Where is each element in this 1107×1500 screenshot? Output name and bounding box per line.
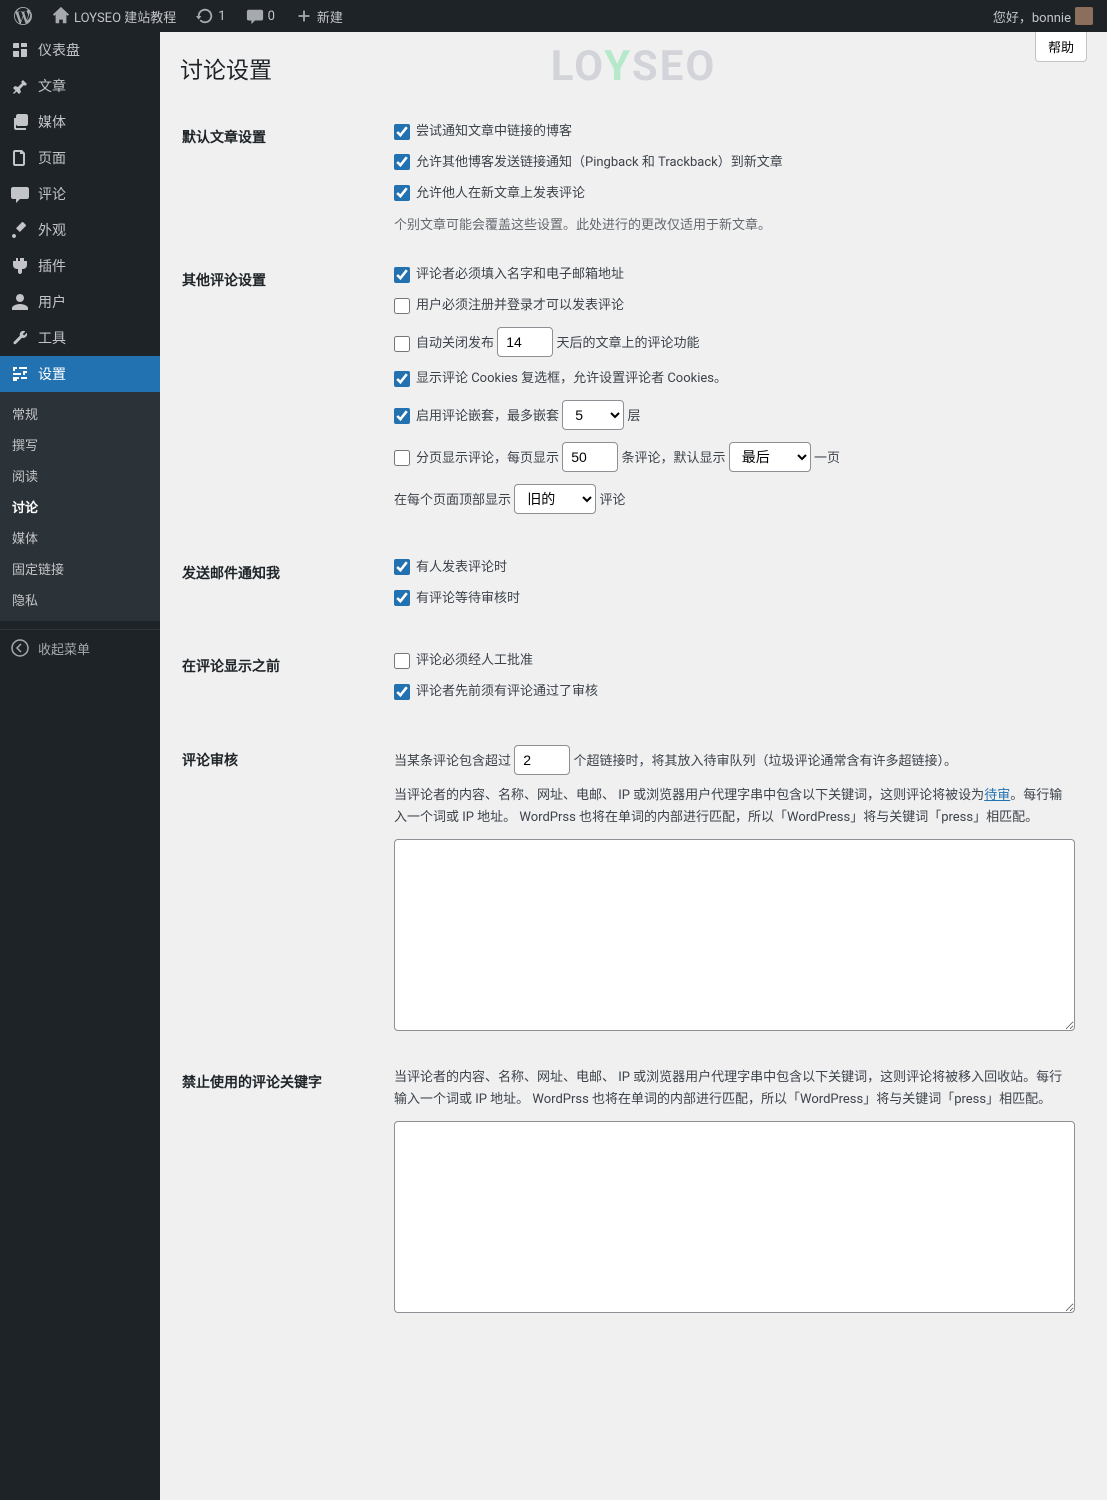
checkbox-allow-pingback[interactable] <box>394 154 410 170</box>
section-other-comment: 其他评论设置 <box>182 250 382 540</box>
comments-link[interactable]: 0 <box>240 0 281 32</box>
media-icon <box>10 112 30 132</box>
submenu-discussion[interactable]: 讨论 <box>0 491 160 522</box>
opt-allow-pingback[interactable]: 允许其他博客发送链接通知（Pingback 和 Trackback）到新文章 <box>394 153 1075 174</box>
menu-comments[interactable]: 评论 <box>0 176 160 212</box>
wordpress-icon <box>14 7 32 25</box>
submenu-reading[interactable]: 阅读 <box>0 460 160 491</box>
new-label: 新建 <box>317 7 343 26</box>
collapse-icon <box>10 638 30 658</box>
select-default-page[interactable]: 最后 <box>729 442 811 472</box>
moderation-links-text: 当某条评论包含超过 个超链接时，将其放入待审队列（垃圾评论通常含有许多超链接）。 <box>394 745 1075 775</box>
opt-show-cookies[interactable]: 显示评论 Cookies 复选框，允许设置评论者 Cookies。 <box>394 369 1075 390</box>
input-max-links[interactable] <box>514 745 570 775</box>
input-close-days[interactable] <box>497 327 553 357</box>
checkbox-require-name-email[interactable] <box>394 267 410 283</box>
disallowed-desc: 当评论者的内容、名称、网址、电邮、 IP 或浏览器用户代理字串中包含以下关键词，… <box>394 1067 1075 1111</box>
section-email-me: 发送邮件通知我 <box>182 543 382 635</box>
opt-close-old[interactable]: 自动关闭发布 <box>394 336 494 351</box>
comment-icon <box>10 184 30 204</box>
default-article-note: 个别文章可能会覆盖这些设置。此处进行的更改仅适用于新文章。 <box>394 214 1075 233</box>
opt-notify-moderation[interactable]: 有评论等待审核时 <box>394 589 1075 610</box>
section-before-appear: 在评论显示之前 <box>182 636 382 728</box>
page-icon <box>10 148 30 168</box>
textarea-moderation-keys[interactable] <box>394 839 1075 1031</box>
account-link[interactable]: 您好，bonnie <box>987 0 1099 32</box>
checkbox-pingback-notify[interactable] <box>394 124 410 140</box>
updates-count: 1 <box>218 9 225 24</box>
site-link[interactable]: LOYSEO 建站教程 <box>46 0 182 32</box>
opt-require-name-email[interactable]: 评论者必须填入名字和电子邮箱地址 <box>394 265 1075 286</box>
comments-count: 0 <box>268 9 275 24</box>
checkbox-notify-moderation[interactable] <box>394 590 410 606</box>
checkbox-allow-comments[interactable] <box>394 185 410 201</box>
plugin-icon <box>10 256 30 276</box>
menu-settings[interactable]: 设置 <box>0 356 160 392</box>
checkbox-close-old[interactable] <box>394 336 410 352</box>
brush-icon <box>10 220 30 240</box>
menu-plugins[interactable]: 插件 <box>0 248 160 284</box>
avatar <box>1075 7 1093 25</box>
updates-link[interactable]: 1 <box>190 0 231 32</box>
greeting: 您好，bonnie <box>993 7 1071 26</box>
section-moderation: 评论审核 <box>182 730 382 1050</box>
checkbox-page-comments[interactable] <box>394 450 410 466</box>
opt-must-register[interactable]: 用户必须注册并登录才可以发表评论 <box>394 296 1075 317</box>
opt-prev-approved[interactable]: 评论者先前须有评论通过了审核 <box>394 682 1075 703</box>
opt-notify-comment[interactable]: 有人发表评论时 <box>394 558 1075 579</box>
user-icon <box>10 292 30 312</box>
pin-icon <box>10 76 30 96</box>
collapse-menu[interactable]: 收起菜单 <box>0 629 160 666</box>
submenu-privacy[interactable]: 隐私 <box>0 584 160 615</box>
new-link[interactable]: 新建 <box>289 0 349 32</box>
submenu-permalinks[interactable]: 固定链接 <box>0 553 160 584</box>
checkbox-notify-comment[interactable] <box>394 559 410 575</box>
checkbox-show-cookies[interactable] <box>394 371 410 387</box>
checkbox-must-register[interactable] <box>394 298 410 314</box>
settings-icon <box>10 364 30 384</box>
textarea-disallowed-keys[interactable] <box>394 1121 1075 1313</box>
moderation-link[interactable]: 待审 <box>984 788 1010 803</box>
submenu-general[interactable]: 常规 <box>0 398 160 429</box>
menu-dashboard[interactable]: 仪表盘 <box>0 32 160 68</box>
checkbox-must-approve[interactable] <box>394 653 410 669</box>
checkbox-prev-approved[interactable] <box>394 684 410 700</box>
menu-appearance[interactable]: 外观 <box>0 212 160 248</box>
page-title: 讨论设置 <box>180 42 1087 105</box>
opt-page-comments[interactable]: 分页显示评论，每页显示 <box>394 451 559 466</box>
home-icon <box>52 7 70 25</box>
opt-thread-comments[interactable]: 启用评论嵌套，最多嵌套 <box>394 409 559 424</box>
admin-sidebar: 仪表盘 文章 媒体 页面 评论 外观 插件 用户 工具 设置 常规 撰写 阅读 … <box>0 32 160 1500</box>
submenu-media[interactable]: 媒体 <box>0 522 160 553</box>
menu-users[interactable]: 用户 <box>0 284 160 320</box>
menu-media[interactable]: 媒体 <box>0 104 160 140</box>
opt-must-approve[interactable]: 评论必须经人工批准 <box>394 651 1075 672</box>
plus-icon <box>295 7 313 25</box>
site-name: LOYSEO 建站教程 <box>74 7 176 26</box>
admin-bar: LOYSEO 建站教程 1 0 新建 您好，bonnie <box>0 0 1107 32</box>
moderation-desc: 当评论者的内容、名称、网址、电邮、 IP 或浏览器用户代理字串中包含以下关键词，… <box>394 785 1075 829</box>
menu-pages[interactable]: 页面 <box>0 140 160 176</box>
help-button[interactable]: 帮助 <box>1035 32 1087 62</box>
settings-submenu: 常规 撰写 阅读 讨论 媒体 固定链接 隐私 <box>0 392 160 621</box>
input-per-page[interactable] <box>562 442 618 472</box>
opt-pingback-notify[interactable]: 尝试通知文章中链接的博客 <box>394 122 1075 143</box>
comment-icon <box>246 7 264 25</box>
submenu-writing[interactable]: 撰写 <box>0 429 160 460</box>
wrench-icon <box>10 328 30 348</box>
main-content: LOYSEO 帮助 讨论设置 默认文章设置 尝试通知文章中链接的博客 允许其他博… <box>160 32 1107 1374</box>
checkbox-thread-comments[interactable] <box>394 408 410 424</box>
select-comment-order[interactable]: 旧的 <box>514 484 596 514</box>
menu-tools[interactable]: 工具 <box>0 320 160 356</box>
menu-posts[interactable]: 文章 <box>0 68 160 104</box>
refresh-icon <box>196 7 214 25</box>
section-disallowed: 禁止使用的评论关键字 <box>182 1052 382 1332</box>
dashboard-icon <box>10 40 30 60</box>
wp-logo[interactable] <box>8 0 38 32</box>
opt-allow-comments[interactable]: 允许他人在新文章上发表评论 <box>394 184 1075 205</box>
select-thread-depth[interactable]: 5 <box>562 400 624 430</box>
section-default-article: 默认文章设置 <box>182 107 382 248</box>
